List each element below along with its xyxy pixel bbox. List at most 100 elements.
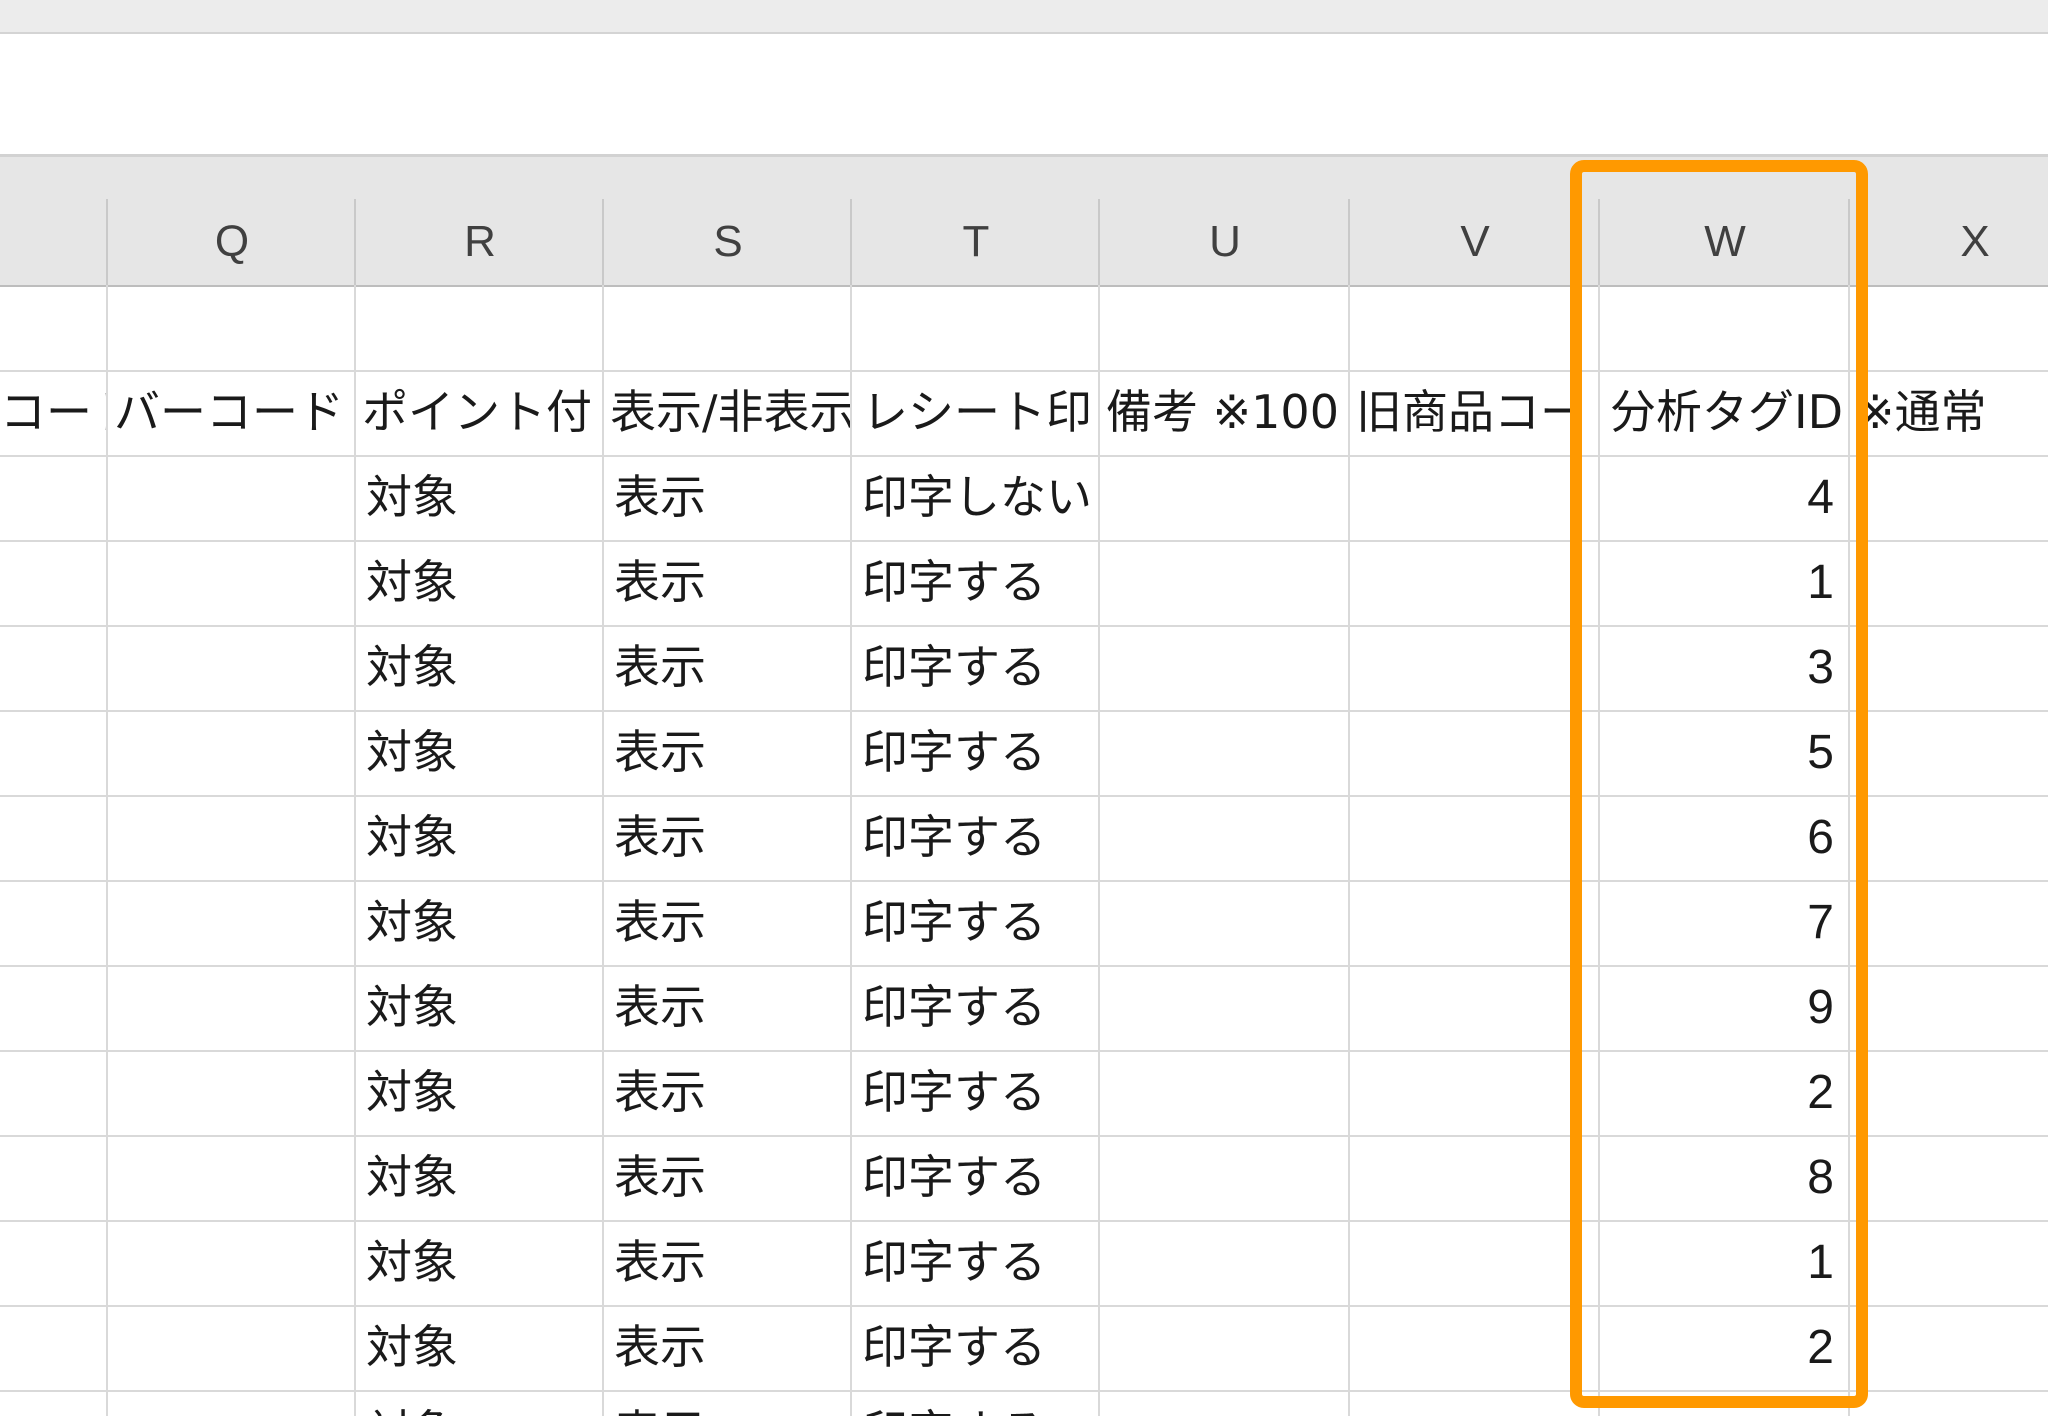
cell[interactable]: [106, 1390, 354, 1416]
cell[interactable]: [106, 540, 354, 625]
cell[interactable]: [106, 1135, 354, 1220]
cell-t[interactable]: 印字する: [850, 710, 1098, 795]
cell-w[interactable]: 4: [1598, 455, 1848, 540]
cell-header-point[interactable]: ポイント付: [354, 370, 602, 455]
cell-s[interactable]: 表示: [602, 795, 850, 880]
cell-s[interactable]: 表示: [602, 1305, 850, 1390]
cell[interactable]: [0, 1220, 106, 1305]
cell[interactable]: [0, 1135, 106, 1220]
cell[interactable]: [0, 455, 106, 540]
cell[interactable]: [1098, 285, 1348, 370]
cell-w[interactable]: 6: [1598, 795, 1848, 880]
cell-r[interactable]: 対象: [354, 710, 602, 795]
cell[interactable]: [1348, 1050, 1598, 1135]
cell-header-remarks[interactable]: 備考 ※100: [1098, 370, 1348, 455]
cell[interactable]: [1598, 285, 1848, 370]
cell-header-barcode[interactable]: バーコード: [106, 370, 354, 455]
cell[interactable]: [1348, 880, 1598, 965]
cell-t[interactable]: 印字する: [850, 1135, 1098, 1220]
cell[interactable]: [106, 285, 354, 370]
cell-w[interactable]: 2: [1598, 1305, 1848, 1390]
cell[interactable]: [106, 710, 354, 795]
cell-t[interactable]: 印字する: [850, 965, 1098, 1050]
cell[interactable]: [1098, 625, 1348, 710]
cell-s[interactable]: 表示: [602, 710, 850, 795]
cell[interactable]: [106, 795, 354, 880]
cell-w[interactable]: 3: [1598, 625, 1848, 710]
cell-w[interactable]: 2: [1598, 1050, 1848, 1135]
cell-r[interactable]: 対象: [354, 1305, 602, 1390]
cell[interactable]: [1848, 455, 2048, 540]
cell[interactable]: [1098, 880, 1348, 965]
cell-w[interactable]: 5: [1598, 710, 1848, 795]
cell-s[interactable]: 表示: [602, 455, 850, 540]
cell[interactable]: [106, 1305, 354, 1390]
cell-s[interactable]: 表示: [602, 1390, 850, 1416]
cell[interactable]: [0, 625, 106, 710]
cell[interactable]: [850, 285, 1098, 370]
cell-t[interactable]: 印字する: [850, 1390, 1098, 1416]
cell-t[interactable]: 印字する: [850, 1050, 1098, 1135]
cell[interactable]: [1848, 1135, 2048, 1220]
formula-bar-area[interactable]: [0, 34, 2048, 157]
cell[interactable]: [1848, 625, 2048, 710]
cell-s[interactable]: 表示: [602, 540, 850, 625]
cell-w[interactable]: 9: [1598, 965, 1848, 1050]
cell[interactable]: [602, 285, 850, 370]
column-header-q[interactable]: Q: [106, 199, 356, 285]
cell[interactable]: [0, 1390, 106, 1416]
cell-header-note[interactable]: ※通常: [1848, 370, 2048, 455]
cell-w[interactable]: 1: [1598, 540, 1848, 625]
cell-header-code[interactable]: コード: [0, 370, 106, 455]
cell-w[interactable]: 8: [1598, 1135, 1848, 1220]
cell-w[interactable]: [1598, 1390, 1848, 1416]
cell-header-receipt[interactable]: レシート印: [850, 370, 1098, 455]
cell-r[interactable]: 対象: [354, 1220, 602, 1305]
cell-w[interactable]: 7: [1598, 880, 1848, 965]
cell[interactable]: [0, 880, 106, 965]
cell[interactable]: [0, 1305, 106, 1390]
cell[interactable]: [1098, 1390, 1348, 1416]
cell[interactable]: [1848, 1305, 2048, 1390]
cell[interactable]: [0, 795, 106, 880]
cell-s[interactable]: 表示: [602, 1050, 850, 1135]
cell[interactable]: [1348, 285, 1598, 370]
cell[interactable]: [1848, 1220, 2048, 1305]
cell[interactable]: [1848, 540, 2048, 625]
cell-t[interactable]: 印字する: [850, 795, 1098, 880]
cell-header-display[interactable]: 表示/非表示: [602, 370, 850, 455]
cell[interactable]: [1098, 1220, 1348, 1305]
cell[interactable]: [1348, 1305, 1598, 1390]
cell[interactable]: [0, 540, 106, 625]
cell-s[interactable]: 表示: [602, 965, 850, 1050]
cell-r[interactable]: 対象: [354, 1135, 602, 1220]
cell[interactable]: [1348, 710, 1598, 795]
cell[interactable]: [1848, 285, 2048, 370]
cell-r[interactable]: 対象: [354, 1390, 602, 1416]
cell[interactable]: [1848, 1050, 2048, 1135]
cell[interactable]: [354, 285, 602, 370]
cell[interactable]: [1348, 455, 1598, 540]
cell[interactable]: [1348, 795, 1598, 880]
column-header-x[interactable]: X: [1848, 199, 2048, 285]
cell[interactable]: [1848, 965, 2048, 1050]
cell-t[interactable]: 印字する: [850, 1305, 1098, 1390]
column-header-r[interactable]: R: [354, 199, 604, 285]
cell-s[interactable]: 表示: [602, 625, 850, 710]
cell-r[interactable]: 対象: [354, 795, 602, 880]
cell-s[interactable]: 表示: [602, 1220, 850, 1305]
cell-r[interactable]: 対象: [354, 455, 602, 540]
cell[interactable]: [1098, 540, 1348, 625]
cell[interactable]: [106, 880, 354, 965]
cell-w[interactable]: 1: [1598, 1220, 1848, 1305]
column-header-t[interactable]: T: [850, 199, 1100, 285]
column-header-v[interactable]: V: [1348, 199, 1600, 285]
cell[interactable]: [1098, 1135, 1348, 1220]
cell[interactable]: [0, 1050, 106, 1135]
cell[interactable]: [1848, 880, 2048, 965]
cell-s[interactable]: 表示: [602, 1135, 850, 1220]
cell[interactable]: [0, 965, 106, 1050]
cell-t[interactable]: 印字する: [850, 1220, 1098, 1305]
cell[interactable]: [106, 625, 354, 710]
cell-r[interactable]: 対象: [354, 965, 602, 1050]
